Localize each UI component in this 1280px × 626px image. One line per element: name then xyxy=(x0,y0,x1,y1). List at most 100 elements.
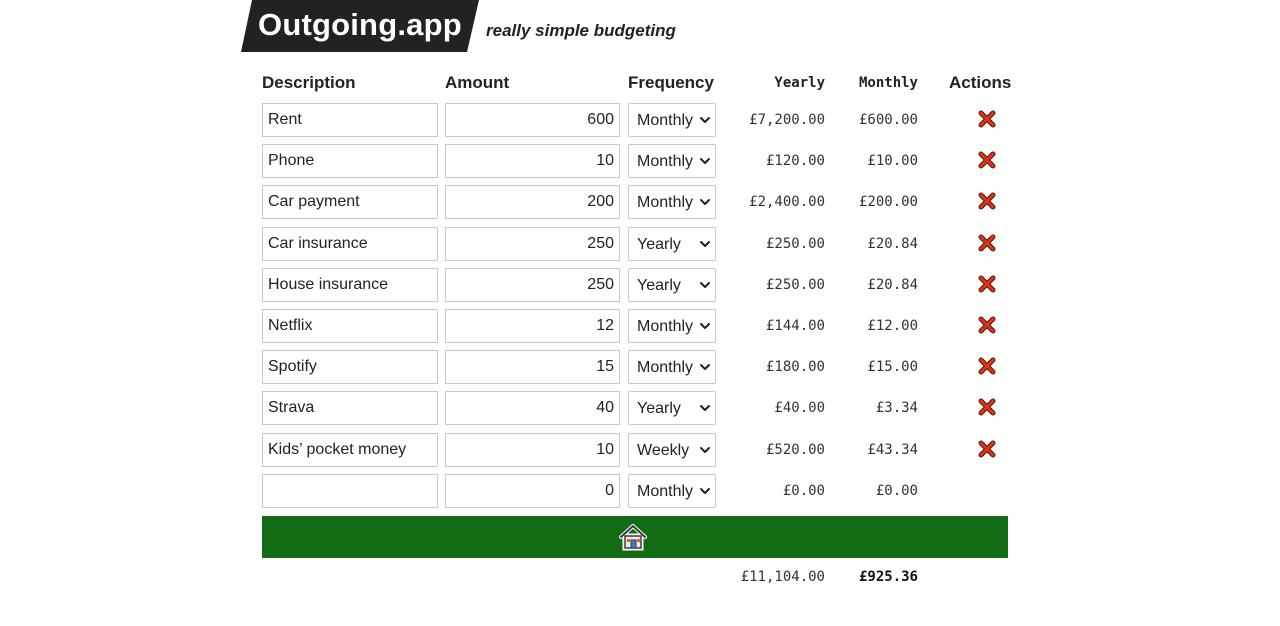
amount-input[interactable] xyxy=(445,350,620,385)
frequency-value: Monthly xyxy=(637,194,694,212)
frequency-select[interactable]: Monthly xyxy=(628,103,716,137)
red-cross-icon[interactable] xyxy=(978,192,996,210)
red-cross-icon[interactable] xyxy=(978,234,996,252)
monthly-value: £43.34 xyxy=(867,441,918,458)
yearly-value: £40.00 xyxy=(774,400,825,417)
column-header-description: Description xyxy=(262,73,356,92)
chevron-down-icon xyxy=(700,281,710,288)
yearly-value: £144.00 xyxy=(765,318,825,334)
red-cross-icon[interactable] xyxy=(978,110,996,128)
amount-input[interactable] xyxy=(445,267,620,302)
logo-text: Outgoing.app xyxy=(258,7,462,42)
amount-input[interactable] xyxy=(445,185,620,220)
frequency-select[interactable]: Weekly xyxy=(628,432,716,467)
description-input[interactable] xyxy=(262,267,438,302)
amount-input[interactable] xyxy=(445,226,620,261)
monthly-value: £20.84 xyxy=(867,235,918,252)
description-input[interactable] xyxy=(262,185,438,220)
frequency-select[interactable]: Yearly xyxy=(628,267,716,302)
yearly-value: £0.00 xyxy=(782,482,825,499)
yearly-value: £180.00 xyxy=(765,359,825,376)
chevron-down-icon xyxy=(700,487,710,494)
table-row: Monthly £120.00 £10.00 xyxy=(262,144,1022,179)
frequency-select[interactable]: Yearly xyxy=(628,226,716,261)
frequency-value: Yearly xyxy=(637,400,681,418)
amount-input[interactable] xyxy=(445,473,620,508)
description-input[interactable] xyxy=(262,144,438,179)
table-row: Monthly £144.00 £12.00 xyxy=(262,309,1022,343)
total-yearly: £11,104.00 xyxy=(740,569,825,585)
red-cross-icon[interactable] xyxy=(978,398,996,416)
frequency-select[interactable]: Monthly xyxy=(628,473,716,508)
chevron-down-icon xyxy=(700,199,710,206)
frequency-select[interactable]: Monthly xyxy=(628,309,716,343)
monthly-value: £0.00 xyxy=(875,482,918,499)
frequency-select[interactable]: Monthly xyxy=(628,350,716,385)
frequency-value: Weekly xyxy=(637,441,690,459)
house-icon xyxy=(619,524,647,551)
amount-input[interactable] xyxy=(445,309,620,343)
yearly-value: £250.00 xyxy=(765,276,825,293)
description-input[interactable] xyxy=(262,432,438,467)
description-input[interactable] xyxy=(262,226,438,261)
total-monthly: £925.36 xyxy=(858,569,918,585)
description-input[interactable] xyxy=(262,473,438,508)
description-input[interactable] xyxy=(262,103,438,137)
frequency-select[interactable]: Monthly xyxy=(628,144,716,179)
frequency-value: Monthly xyxy=(637,482,694,500)
chevron-down-icon xyxy=(700,405,710,412)
red-cross-icon[interactable] xyxy=(978,151,996,169)
monthly-value: £200.00 xyxy=(858,194,918,211)
table-row: Yearly £250.00 £20.84 xyxy=(262,267,1022,302)
column-header-amount: Amount xyxy=(445,73,510,92)
column-header-yearly: Yearly xyxy=(774,75,825,91)
frequency-value: Monthly xyxy=(637,318,694,335)
table-row: Yearly £40.00 £3.34 xyxy=(262,391,1022,426)
monthly-value: £15.00 xyxy=(867,359,918,376)
app-logo: Outgoing.app xyxy=(241,0,479,52)
yearly-value: £520.00 xyxy=(765,441,825,458)
chevron-down-icon xyxy=(700,446,710,453)
table-row: Monthly £7,200.00 £600.00 xyxy=(262,103,1022,137)
table-row: Monthly £180.00 £15.00 xyxy=(262,350,1022,385)
yearly-value: £120.00 xyxy=(765,153,825,170)
column-header-monthly: Monthly xyxy=(858,75,918,91)
red-cross-icon[interactable] xyxy=(978,275,996,293)
red-cross-icon[interactable] xyxy=(978,440,996,458)
table-row: Yearly £250.00 £20.84 xyxy=(262,226,1022,261)
yearly-value: £250.00 xyxy=(765,235,825,252)
table-row: Monthly £0.00 £0.00 xyxy=(262,473,1022,508)
yearly-value: £7,200.00 xyxy=(749,112,825,128)
frequency-select[interactable]: Yearly xyxy=(628,391,716,426)
table-row: Weekly £520.00 £43.34 xyxy=(262,432,1022,467)
description-input[interactable] xyxy=(262,391,438,426)
column-header-frequency: Frequency xyxy=(628,73,714,92)
amount-input[interactable] xyxy=(445,432,620,467)
monthly-value: £20.84 xyxy=(867,276,918,293)
frequency-value: Yearly xyxy=(637,276,681,294)
chevron-down-icon xyxy=(700,364,710,371)
red-cross-icon[interactable] xyxy=(978,357,996,375)
chevron-down-icon xyxy=(700,158,710,165)
yearly-value: £2,400.00 xyxy=(749,194,825,211)
chevron-down-icon xyxy=(700,323,710,329)
table-row: Monthly £2,400.00 £200.00 xyxy=(262,185,1022,220)
column-header-actions: Actions xyxy=(949,73,1012,92)
frequency-value: Monthly xyxy=(637,112,694,129)
frequency-value: Yearly xyxy=(637,235,681,253)
frequency-value: Monthly xyxy=(637,359,694,377)
tagline: really simple budgeting xyxy=(486,21,676,40)
monthly-value: £12.00 xyxy=(867,318,918,334)
monthly-value: £3.34 xyxy=(875,400,918,417)
description-input[interactable] xyxy=(262,350,438,385)
frequency-value: Monthly xyxy=(637,153,694,171)
red-cross-icon[interactable] xyxy=(978,316,996,334)
description-input[interactable] xyxy=(262,309,438,343)
amount-input[interactable] xyxy=(445,144,620,179)
chevron-down-icon xyxy=(700,240,710,247)
home-button[interactable] xyxy=(262,516,1008,558)
amount-input[interactable] xyxy=(445,391,620,426)
amount-input[interactable] xyxy=(445,103,620,137)
frequency-select[interactable]: Monthly xyxy=(628,185,716,220)
monthly-value: £600.00 xyxy=(858,112,918,128)
